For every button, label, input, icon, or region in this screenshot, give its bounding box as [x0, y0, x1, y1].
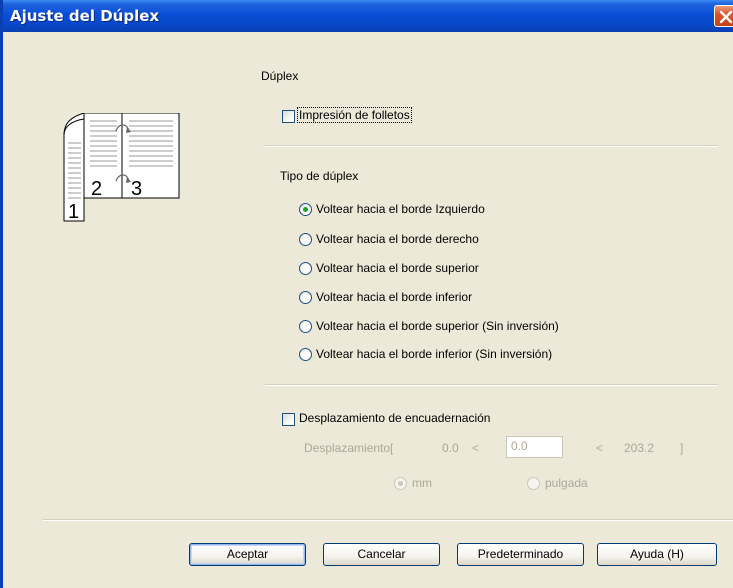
- window-title: Ajuste del Dúplex: [10, 7, 160, 25]
- cancel-button[interactable]: Cancelar: [323, 543, 440, 566]
- unit-inch-label[interactable]: pulgada: [545, 476, 588, 490]
- ok-button[interactable]: Aceptar: [189, 543, 306, 566]
- duplex-settings-dialog: Ajuste del Dúplex 2 3 1 Dúplex Impresión…: [0, 0, 733, 588]
- offset-value-input[interactable]: 0.0: [506, 436, 563, 458]
- option-flip-right-label[interactable]: Voltear hacia el borde derecho: [316, 232, 479, 246]
- separator-2: [265, 384, 718, 386]
- option-flip-bottom-no-invert-label[interactable]: Voltear hacia el borde inferior (Sin inv…: [316, 347, 552, 361]
- radio-flip-top-no-invert[interactable]: [299, 320, 312, 333]
- illustration-page-2: 2: [91, 178, 102, 200]
- help-button[interactable]: Ayuda (H): [597, 543, 717, 566]
- duplex-book-icon: 2 3 1: [63, 112, 180, 223]
- radio-flip-bottom[interactable]: [299, 291, 312, 304]
- radio-flip-top[interactable]: [299, 262, 312, 275]
- offset-close-bracket: ]: [680, 441, 684, 455]
- offset-min-value: 0.0: [442, 441, 459, 455]
- illustration-page-3: 3: [131, 178, 142, 200]
- radio-flip-right[interactable]: [299, 233, 312, 246]
- offset-max-value: 203.2: [624, 441, 655, 455]
- radio-flip-left[interactable]: [299, 203, 312, 216]
- option-flip-bottom-label[interactable]: Voltear hacia el borde inferior: [316, 290, 472, 304]
- binding-offset-label[interactable]: Desplazamiento de encuadernación: [299, 411, 490, 425]
- illustration-page-1: 1: [68, 201, 79, 223]
- default-button[interactable]: Predeterminado: [457, 543, 584, 566]
- unit-mm-label[interactable]: mm: [412, 476, 432, 490]
- unit-mm-radio[interactable]: [394, 477, 407, 490]
- duplex-type-heading: Tipo de dúplex: [280, 169, 359, 183]
- booklet-label[interactable]: Impresión de folletos: [297, 107, 412, 123]
- unit-inch-radio[interactable]: [527, 477, 540, 490]
- option-flip-top-no-invert-label[interactable]: Voltear hacia el borde superior (Sin inv…: [316, 319, 559, 333]
- separator-1: [265, 145, 718, 147]
- offset-less-than-1: <: [472, 441, 480, 455]
- option-flip-left-label[interactable]: Voltear hacia el borde Izquierdo: [316, 202, 485, 216]
- close-icon: [719, 10, 733, 24]
- radio-selected-dot: [303, 207, 308, 212]
- title-bar[interactable]: Ajuste del Dúplex: [3, 0, 733, 32]
- duplex-heading: Dúplex: [261, 69, 299, 83]
- booklet-checkbox[interactable]: [282, 110, 295, 123]
- binding-offset-checkbox[interactable]: [282, 413, 295, 426]
- option-flip-top-label[interactable]: Voltear hacia el borde superior: [316, 261, 479, 275]
- separator-3: [43, 519, 733, 521]
- offset-label: Desplazamiento[: [304, 441, 394, 455]
- radio-selected-dot: [398, 481, 403, 486]
- offset-less-than-2: <: [596, 441, 604, 455]
- close-button[interactable]: [714, 5, 733, 27]
- radio-flip-bottom-no-invert[interactable]: [299, 348, 312, 361]
- duplex-illustration: 2 3 1: [59, 112, 189, 226]
